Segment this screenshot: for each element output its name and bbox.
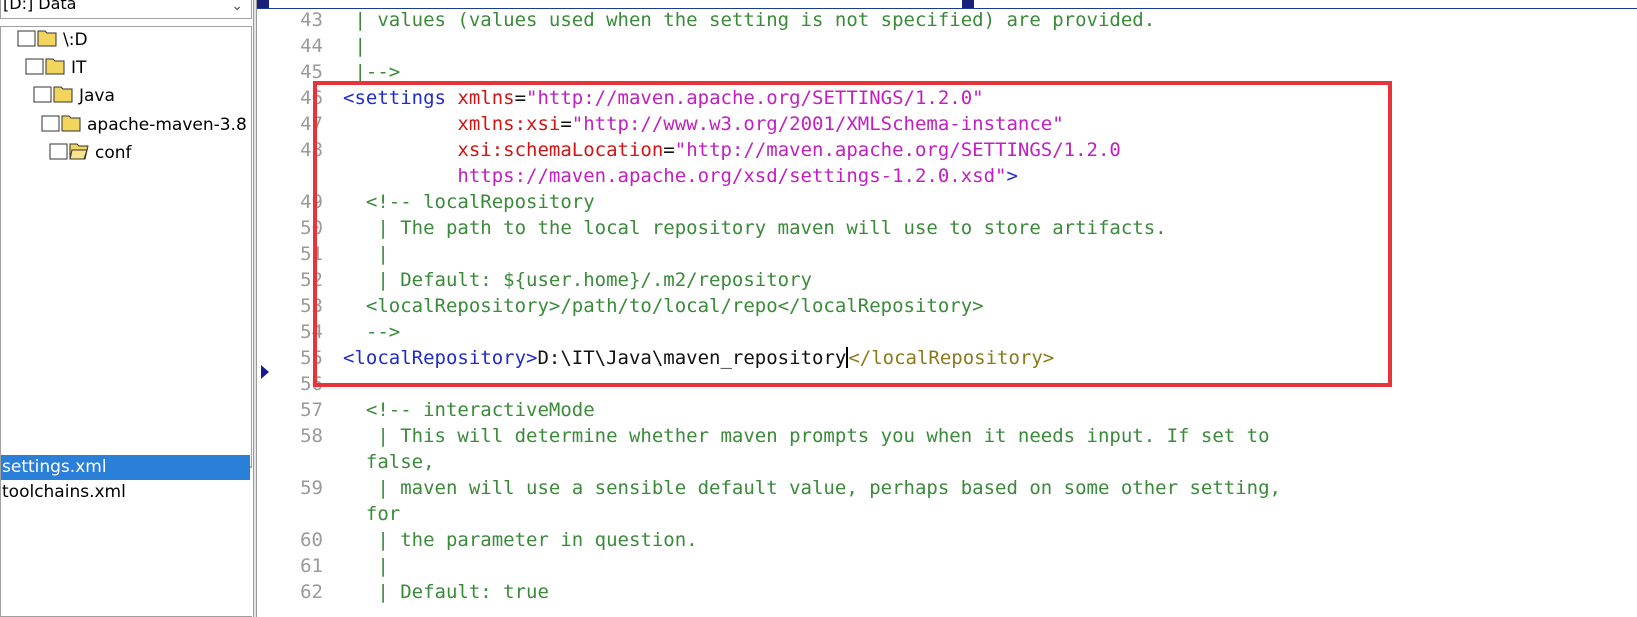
drive-selector[interactable]: [D:] Data ⌄ xyxy=(0,0,252,19)
line-number: 60 xyxy=(300,529,323,551)
code-line: | the parameter in question. xyxy=(343,529,698,551)
open-folder-icon xyxy=(41,115,81,132)
xml-attribute-value: "http://maven.apache.org/SETTINGS/1.2.0 xyxy=(674,139,1121,161)
xml-tag: <settings xyxy=(343,87,458,109)
drive-selector-value: [D:] Data xyxy=(3,0,77,13)
xml-text-value: D:\IT\Java\maven_repository xyxy=(537,347,847,369)
code-line-wrapped: https://maven.apache.org/xsd/settings-1.… xyxy=(343,163,1018,190)
code-line: | xyxy=(343,243,389,265)
line-number: 56 xyxy=(300,373,323,395)
code-line: xsi:schemaLocation="http://maven.apache.… xyxy=(343,137,1121,164)
line-number: 46 xyxy=(300,87,323,109)
code-line: <localRepository>/path/to/local/repo</lo… xyxy=(343,295,984,317)
folder-tree-item[interactable]: Java xyxy=(33,83,115,109)
line-number: 54 xyxy=(300,321,323,343)
code-line: | Default: true xyxy=(343,581,549,603)
code-line: | xyxy=(343,35,366,57)
folder-tree-label: IT xyxy=(71,58,87,78)
folder-tree-item[interactable]: apache-maven-3.8 xyxy=(41,112,247,138)
line-number: 59 xyxy=(300,477,323,499)
chevron-down-icon[interactable]: ⌄ xyxy=(231,0,243,18)
folder-tree: \:D IT Java apache-maven-3.8 conf xyxy=(0,26,252,467)
code-line: | Default: ${user.home}/.m2/repository xyxy=(343,269,812,291)
code-line-wrapped: false, xyxy=(343,451,435,473)
folder-tree-label: conf xyxy=(95,143,132,163)
code-line: <!-- localRepository xyxy=(343,191,595,213)
current-line-marker-icon xyxy=(261,365,269,379)
folder-tree-item[interactable]: IT xyxy=(25,55,86,81)
code-line: | xyxy=(343,555,389,577)
line-number: 61 xyxy=(300,555,323,577)
file-list: settings.xml toolchains.xml xyxy=(0,455,252,617)
xml-attribute-name: xmlns:xsi xyxy=(457,113,561,135)
file-browser-panel: [D:] Data ⌄ \:D IT Java apache-maven-3.8… xyxy=(0,0,253,617)
folder-tree-label: Java xyxy=(79,86,115,106)
code-line: | maven will use a sensible default valu… xyxy=(343,477,1281,499)
line-number: 51 xyxy=(300,243,323,265)
code-line-wrapped: for xyxy=(343,503,401,525)
line-number: 43 xyxy=(300,9,323,31)
file-list-item-selected[interactable]: settings.xml xyxy=(1,455,250,480)
code-line: | values (values used when the setting i… xyxy=(343,9,1156,31)
xml-tag: > xyxy=(1006,165,1018,187)
code-line: --> xyxy=(343,321,401,343)
line-number: 53 xyxy=(300,295,323,317)
file-list-item[interactable]: toolchains.xml xyxy=(1,480,250,505)
line-number: 52 xyxy=(300,269,323,291)
xml-attribute-value: "http://maven.apache.org/SETTINGS/1.2.0" xyxy=(526,87,984,109)
code-editor[interactable]: 43 | values (values used when the settin… xyxy=(257,0,1637,617)
xml-open-tag: <localRepository> xyxy=(343,347,538,369)
line-number: 58 xyxy=(300,425,323,447)
tab-marker xyxy=(257,0,269,8)
line-number: 57 xyxy=(300,399,323,421)
line-number: 47 xyxy=(300,113,323,135)
folder-tree-label: apache-maven-3.8 xyxy=(87,115,247,135)
xml-equals: = xyxy=(560,113,572,135)
code-line: |--> xyxy=(343,61,401,83)
xml-attribute-value: https://maven.apache.org/xsd/settings-1.… xyxy=(457,165,1007,187)
code-line: <!-- interactiveMode xyxy=(343,399,595,421)
line-number: 55 xyxy=(300,347,323,369)
xml-attribute-name: xsi:schemaLocation xyxy=(457,139,664,161)
line-number: 50 xyxy=(300,217,323,239)
folder-tree-label: \:D xyxy=(63,30,88,50)
file-name: toolchains.xml xyxy=(2,482,126,502)
open-folder-icon xyxy=(49,143,89,160)
xml-equals: = xyxy=(514,87,527,109)
code-line-current: <localRepository>D:\IT\Java\maven_reposi… xyxy=(343,345,1054,372)
open-folder-icon xyxy=(17,30,57,47)
line-number: 48 xyxy=(300,139,323,161)
text-cursor xyxy=(846,347,849,368)
folder-tree-item-selected[interactable]: conf xyxy=(49,140,132,166)
open-folder-icon xyxy=(25,58,65,75)
xml-close-tag: </localRepository> xyxy=(848,347,1055,369)
code-line: xmlns:xsi="http://www.w3.org/2001/XMLSch… xyxy=(343,111,1064,138)
xml-equals: = xyxy=(663,139,675,161)
line-number: 49 xyxy=(300,191,323,213)
line-number: 45 xyxy=(300,61,323,83)
line-number: 44 xyxy=(300,35,323,57)
code-line: | This will determine whether maven prom… xyxy=(343,425,1270,447)
code-line: | The path to the local repository maven… xyxy=(343,217,1167,239)
line-number: 62 xyxy=(300,581,323,603)
open-folder-icon xyxy=(33,86,73,103)
file-name: settings.xml xyxy=(2,457,107,477)
xml-attribute-value: "http://www.w3.org/2001/XMLSchema-instan… xyxy=(571,113,1064,135)
xml-attribute-name: xmlns xyxy=(457,87,515,109)
folder-tree-item[interactable]: \:D xyxy=(17,27,88,53)
code-line: <settings xmlns="http://maven.apache.org… xyxy=(343,85,984,112)
